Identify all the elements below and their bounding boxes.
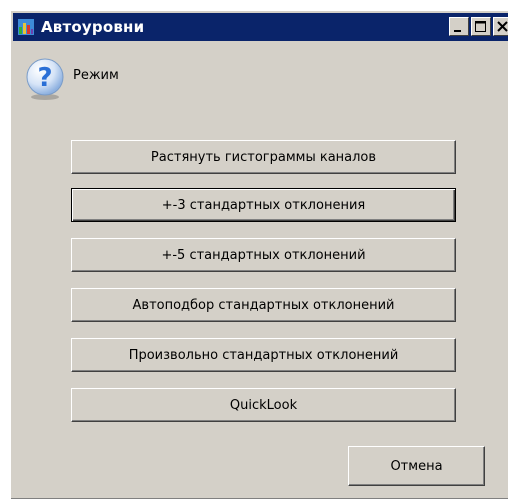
minimize-icon <box>454 30 461 32</box>
close-icon <box>497 21 508 32</box>
option-5-std-dev-button[interactable]: +-5 стандартных отклонений <box>71 238 456 272</box>
maximize-icon <box>475 21 486 32</box>
title-bar[interactable]: Автоуровни <box>13 13 508 41</box>
window-title: Автоуровни <box>41 18 145 36</box>
close-button[interactable] <box>493 17 508 36</box>
maximize-button[interactable] <box>471 17 491 36</box>
question-icon: ? <box>23 57 67 101</box>
mode-header: ? Режим <box>23 57 119 101</box>
option-quicklook-button[interactable]: QuickLook <box>71 388 456 422</box>
option-auto-std-dev-button[interactable]: Автоподбор стандартных отклонений <box>71 288 456 322</box>
option-custom-std-dev-button[interactable]: Произвольно стандартных отклонений <box>71 338 456 372</box>
minimize-button[interactable] <box>449 17 469 36</box>
option-stretch-histograms-button[interactable]: Растянуть гистограммы каналов <box>71 140 456 174</box>
svg-text:?: ? <box>37 63 52 93</box>
dialog-window: Автоуровни ? Режим Растянуть гистограммы… <box>10 10 508 499</box>
mode-label: Режим <box>73 67 119 83</box>
levels-app-icon <box>17 18 35 36</box>
window-controls <box>449 17 508 36</box>
option-3-std-dev-button[interactable]: +-3 стандартных отклонения <box>71 188 456 222</box>
cancel-button[interactable]: Отмена <box>348 446 485 486</box>
